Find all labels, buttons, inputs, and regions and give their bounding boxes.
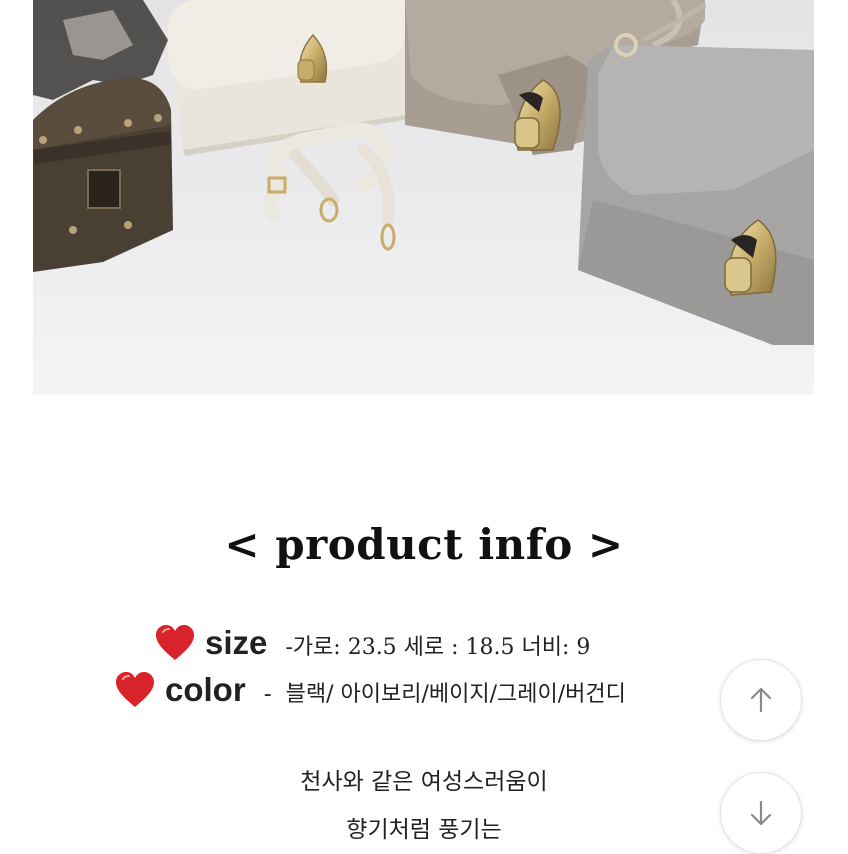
color-spec: color - 블랙/ 아이보리/베이지/그레이/버건디: [115, 671, 720, 709]
size-spec: size -가로: 23.5 세로 : 18.5 너비: 9: [155, 624, 590, 662]
product-info-title: < product info >: [224, 520, 624, 569]
description-line-1: 천사와 같은 여성스러움이: [300, 769, 548, 795]
arrow-down-icon: [750, 800, 772, 826]
size-label: size: [205, 624, 268, 661]
scroll-down-button[interactable]: [720, 772, 802, 854]
handbags-image: [33, 0, 814, 395]
size-value: -가로: 23.5 세로 : 18.5 너비: 9: [285, 635, 591, 660]
product-photo: [33, 0, 814, 395]
heart-icon: [156, 625, 194, 660]
color-label: color: [165, 671, 246, 708]
heart-icon: [116, 672, 154, 707]
arrow-up-icon: [750, 687, 772, 713]
scroll-up-button[interactable]: [720, 659, 802, 741]
color-value: 블랙/ 아이보리/베이지/그레이/버건디: [285, 682, 626, 707]
color-dash: -: [263, 682, 272, 707]
